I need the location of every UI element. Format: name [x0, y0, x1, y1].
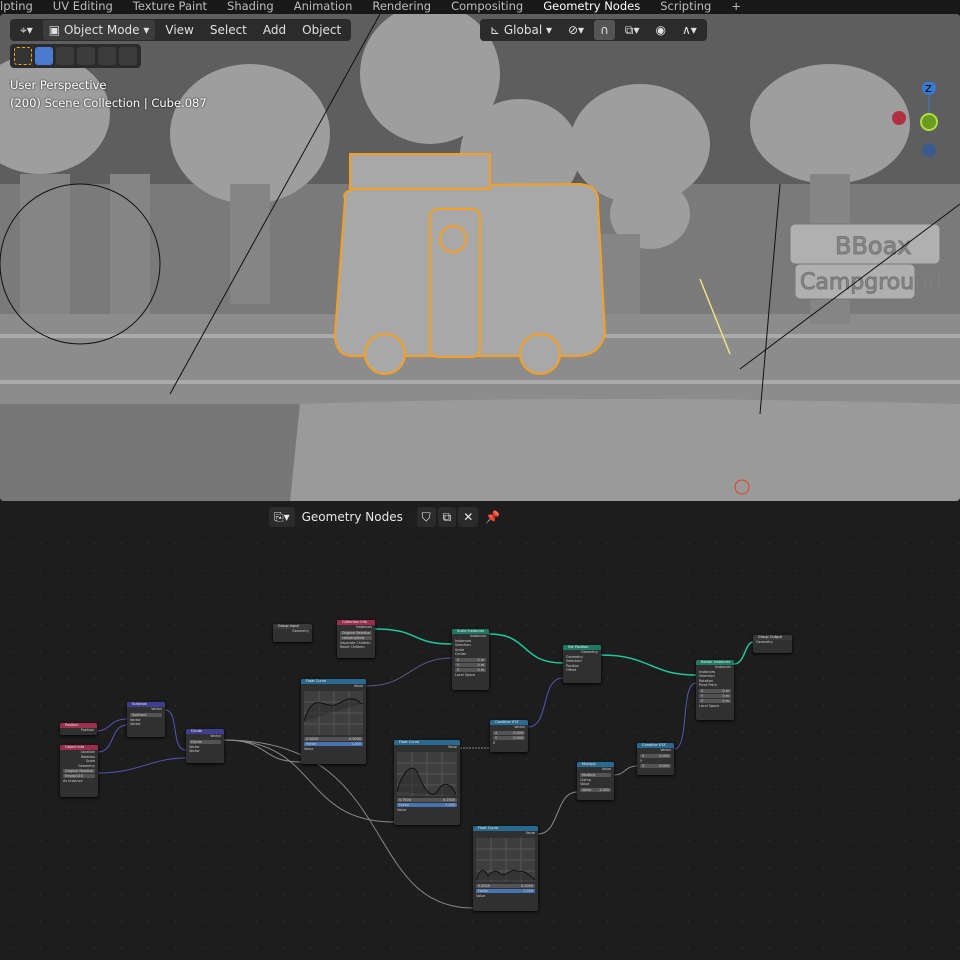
link-vector [164, 709, 187, 751]
tab-sculpting[interactable]: lpting [0, 0, 43, 14]
operation-dropdown[interactable]: Divide [189, 739, 221, 744]
select-extend-icon[interactable] [56, 47, 74, 65]
object-mode-icon: ▣ [48, 23, 64, 37]
curve-graph [396, 751, 458, 796]
navigation-gizmo[interactable]: Z [890, 82, 960, 172]
3d-viewport[interactable]: BBoax Campground ⌖▾ ▣ Object Mode ▾ View… [0, 14, 960, 501]
factor-slider[interactable]: Factor 1.000 [304, 741, 363, 746]
link-vector [97, 724, 128, 753]
link-vector [96, 718, 128, 732]
tab-animation[interactable]: Animation [284, 0, 363, 14]
tab-shading[interactable]: Shading [217, 0, 284, 14]
add-workspace-button[interactable]: + [721, 0, 751, 14]
select-new-icon[interactable] [35, 47, 53, 65]
viewport-header-left: ⌖▾ ▣ Object Mode ▾ View Select Add Objec… [10, 19, 352, 41]
link-geometry [733, 641, 754, 665]
perspective-label: User Perspective [10, 78, 107, 92]
tab-texture-paint[interactable]: Texture Paint [123, 0, 217, 14]
mode-dropdown[interactable]: ▣ Object Mode ▾ [42, 20, 156, 40]
curve-widget[interactable] [475, 837, 537, 882]
menu-add[interactable]: Add [257, 20, 292, 40]
node-collection-info[interactable]: Collection Info Instances Original Relati… [337, 620, 375, 658]
node-divide[interactable]: Divide Vector Divide Vector Vector [186, 729, 224, 763]
factor-slider[interactable]: Factor 1.000 [397, 802, 457, 807]
select-intersect-icon[interactable] [119, 47, 137, 65]
link-float [365, 657, 453, 687]
link-geometry [488, 633, 564, 664]
tab-scripting[interactable]: Scripting [650, 0, 721, 14]
link-float [613, 765, 638, 776]
object-field[interactable]: Empty.010 [63, 774, 95, 778]
node-scale-instances[interactable]: Scale Instances Instances Instances Sele… [452, 629, 489, 690]
node-float-curve[interactable]: Float Curve Value 0.5000 0.5000 Factor 1.0… [473, 826, 538, 911]
link-vector [673, 682, 697, 750]
operation-dropdown[interactable]: Subtract [130, 712, 162, 717]
select-cursor-icon[interactable] [14, 47, 32, 65]
link-float [537, 791, 578, 835]
tab-uv-editing[interactable]: UV Editing [43, 0, 123, 14]
transform-orientation-dropdown[interactable]: ⊾ Global ▾ [484, 20, 558, 40]
node-rotate-instances[interactable]: Rotate Instances Instances Instances Sel… [696, 660, 734, 720]
campground-sign: BBoax Campground [789, 223, 943, 300]
menu-select[interactable]: Select [204, 20, 253, 40]
node-combine-xyz[interactable]: Combine XYZ Vector X 0.000 Y Z 0.000 [637, 743, 674, 775]
node-subtract[interactable]: Subtract Vector Subtract Vector Vector [127, 702, 165, 737]
node-float-curve[interactable]: Float Curve Value 0.7500 0.2500 Factor 1.0… [394, 740, 460, 825]
node-tree-name-field[interactable]: Geometry Nodes [296, 507, 415, 527]
svg-text:Z: Z [925, 84, 932, 95]
scene-render: BBoax Campground [0, 14, 960, 501]
curve-widget[interactable] [396, 751, 458, 796]
svg-text:BBoax: BBoax [835, 232, 912, 260]
van-selected [333, 153, 607, 375]
close-icon[interactable]: ✕ [458, 507, 479, 527]
falloff-curve-icon[interactable]: ∧▾ [676, 20, 703, 40]
duplicate-icon[interactable]: ⧉ [437, 507, 457, 527]
orientation-icon: ⊾ [490, 23, 504, 37]
node-group-output[interactable]: Group Output Geometry [753, 635, 792, 653]
collection-field[interactable]: campingGear [340, 635, 372, 640]
menu-view[interactable]: View [159, 20, 199, 40]
factor-slider[interactable]: Factor 1.000 [476, 888, 535, 893]
link-geometry [600, 654, 697, 676]
editor-type-icon[interactable]: ⌖▾ [14, 20, 39, 40]
link-vector [527, 677, 564, 728]
node-set-position[interactable]: Set Position Geometry Geometry Selection… [563, 645, 601, 683]
select-tools [10, 44, 141, 68]
node-editor[interactable]: Group Input Geometry Collection Info Ins… [0, 530, 960, 960]
node-position[interactable]: Position Position [60, 723, 97, 735]
collection-label: (200) Scene Collection | Cube.087 [10, 96, 207, 110]
tab-geometry-nodes[interactable]: Geometry Nodes [533, 0, 650, 14]
curve-widget[interactable] [303, 690, 365, 735]
svg-text:Campground: Campground [800, 270, 942, 295]
viewport-header-right: ⊾ Global ▾ ⊘▾ ∩ ⧉▾ ◉ ∧▾ [480, 19, 707, 41]
menu-object[interactable]: Object [296, 20, 347, 40]
pivot-icon[interactable]: ⊘▾ [562, 20, 590, 40]
node-editor-header: ⎘▾ Geometry Nodes ⛉ ⧉ ✕ 📌 [269, 506, 505, 528]
select-invert-icon[interactable] [98, 47, 116, 65]
curve-graph [303, 690, 365, 735]
link-vector [97, 757, 187, 774]
tab-rendering[interactable]: Rendering [362, 0, 441, 14]
node-object-info[interactable]: Object Info Location Rotation Scale Geom… [60, 745, 98, 797]
tab-compositing[interactable]: Compositing [441, 0, 533, 14]
fake-user-shield-icon[interactable]: ⛉ [416, 507, 436, 527]
node-combine-xyz[interactable]: Combine XYZ Vector X 0.000 Y 0.000 Z [490, 720, 528, 752]
snap-increment-icon[interactable]: ⧉▾ [619, 20, 646, 40]
pin-icon[interactable]: 📌 [480, 507, 505, 527]
link-geometry [374, 628, 453, 645]
node-float-curve[interactable]: Float Curve Value 0.5000 0.5000 Factor 1.0… [301, 679, 366, 764]
workspace-tabs: lpting UV Editing Texture Paint Shading … [0, 0, 960, 14]
snap-magnet-icon[interactable]: ∩ [594, 20, 615, 40]
proportional-edit-icon[interactable]: ◉ [649, 20, 671, 40]
node-group-input[interactable]: Group Input Geometry [273, 624, 312, 642]
node-tree-type-icon[interactable]: ⎘▾ [269, 507, 295, 527]
select-subtract-icon[interactable] [77, 47, 95, 65]
node-multiply[interactable]: Multiply Value Multiply Clamp Value Valu… [577, 762, 614, 800]
curve-graph [475, 837, 537, 882]
operation-dropdown[interactable]: Multiply [580, 772, 611, 777]
